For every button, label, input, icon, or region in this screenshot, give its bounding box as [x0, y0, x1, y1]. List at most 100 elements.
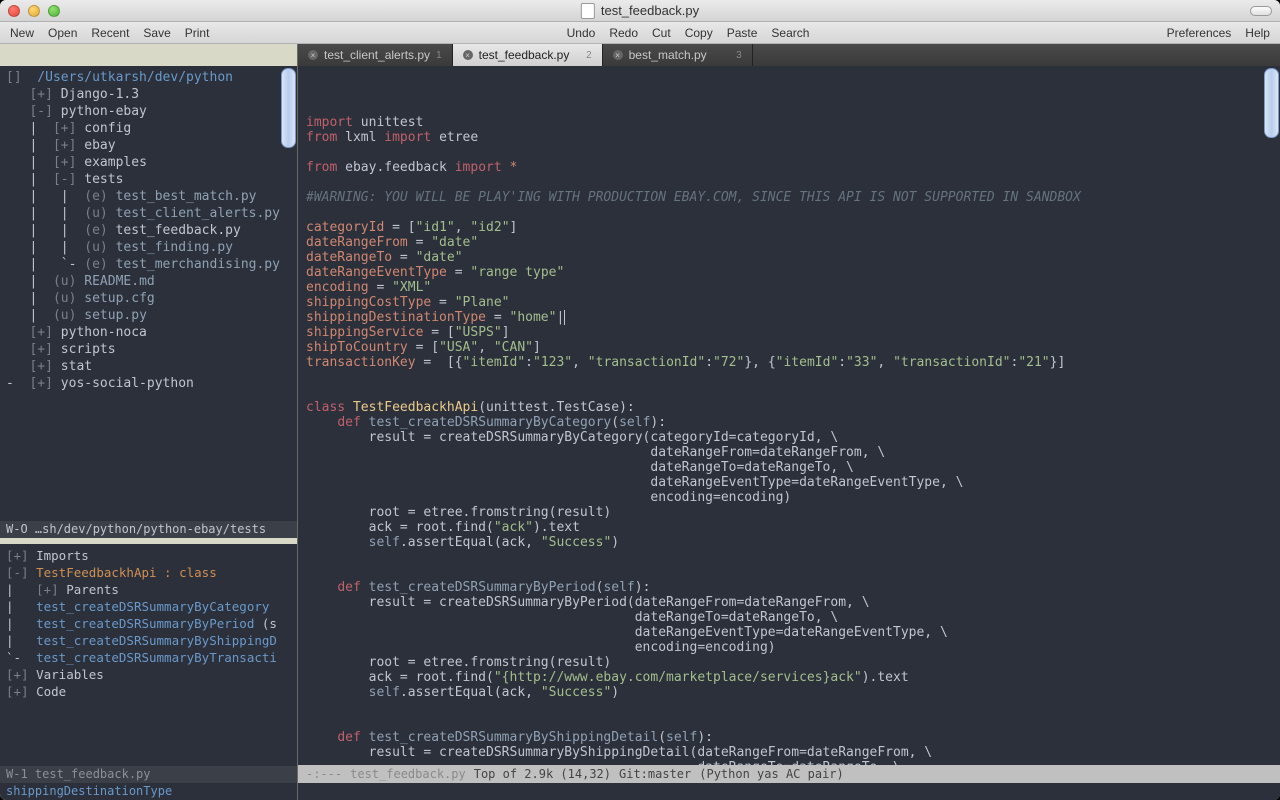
tree-row[interactable]: | (u) setup.cfg [0, 290, 297, 307]
outline-row[interactable]: [+] Code [0, 683, 297, 700]
menu-redo[interactable]: Redo [609, 26, 638, 40]
code-line[interactable]: categoryId = ["id1", "id2"] [306, 220, 1272, 235]
menu-save[interactable]: Save [143, 26, 170, 40]
code-line[interactable]: dateRangeTo=dateRangeTo, \ [306, 460, 1272, 475]
code-line[interactable]: def test_createDSRSummaryByShippingDetai… [306, 730, 1272, 745]
code-line[interactable]: shippingCostType = "Plane" [306, 295, 1272, 310]
code-line[interactable]: root = etree.fromstring(result) [306, 655, 1272, 670]
code-line[interactable]: shippingService = ["USPS"] [306, 325, 1272, 340]
code-line[interactable]: dateRangeTo=dateRangeTo, \ [306, 760, 1272, 765]
tab-best_match-py[interactable]: ×best_match.py3 [603, 44, 753, 66]
code-line[interactable]: #WARNING: YOU WILL BE PLAY'ING WITH PROD… [306, 190, 1272, 205]
code-line[interactable]: dateRangeFrom=dateRangeFrom, \ [306, 445, 1272, 460]
menu-cut[interactable]: Cut [652, 26, 671, 40]
code-line[interactable]: dateRangeTo = "date" [306, 250, 1272, 265]
code-line[interactable]: encoding = "XML" [306, 280, 1272, 295]
close-window-button[interactable] [8, 5, 20, 17]
tree-row[interactable]: | [-] tests [0, 171, 297, 188]
outline-row[interactable]: | test_createDSRSummaryByShippingD [0, 632, 297, 649]
menu-new[interactable]: New [10, 26, 34, 40]
code-line[interactable]: class TestFeedbackhApi(unittest.TestCase… [306, 400, 1272, 415]
tree-row[interactable]: - [+] yos-social-python [0, 375, 297, 392]
tree-row[interactable]: | | (u) test_client_alerts.py [0, 205, 297, 222]
tree-row[interactable]: [+] scripts [0, 341, 297, 358]
code-line[interactable]: from lxml import etree [306, 130, 1272, 145]
minibuffer[interactable]: shippingDestinationType [0, 783, 297, 800]
code-scrollbar[interactable] [1264, 68, 1279, 138]
menu-recent[interactable]: Recent [91, 26, 129, 40]
code-line[interactable]: dateRangeTo=dateRangeTo, \ [306, 610, 1272, 625]
code-line[interactable]: result = createDSRSummaryByCategory(cate… [306, 430, 1272, 445]
code-line[interactable]: self.assertEqual(ack, "Success") [306, 535, 1272, 550]
code-line[interactable] [306, 370, 1272, 385]
tab-test_feedback-py[interactable]: ×test_feedback.py2 [453, 44, 603, 66]
code-line[interactable]: dateRangeEventType=dateRangeEventType, \ [306, 475, 1272, 490]
tree-row[interactable]: | | (u) test_finding.py [0, 239, 297, 256]
code-line[interactable]: def test_createDSRSummaryByCategory(self… [306, 415, 1272, 430]
tree-row[interactable]: [+] python-noca [0, 324, 297, 341]
tab-close-icon[interactable]: × [308, 50, 318, 60]
code-line[interactable]: encoding=encoding) [306, 640, 1272, 655]
code-line[interactable] [306, 205, 1272, 220]
code-editor[interactable]: import unittestfrom lxml import etree fr… [298, 66, 1280, 765]
outline-pane[interactable]: [+] Imports[-] TestFeedbackhApi : class|… [0, 538, 297, 766]
menu-open[interactable]: Open [48, 26, 77, 40]
outline-row[interactable]: [-] TestFeedbackhApi : class [0, 564, 297, 581]
outline-row[interactable]: [+] Imports [0, 547, 297, 564]
code-line[interactable]: transactionKey = [{"itemId":"123", "tran… [306, 355, 1272, 370]
toolbar-toggle-button[interactable] [1250, 6, 1272, 16]
code-line[interactable] [306, 385, 1272, 400]
code-line[interactable]: dateRangeFrom = "date" [306, 235, 1272, 250]
code-line[interactable] [306, 700, 1272, 715]
menu-undo[interactable]: Undo [567, 26, 596, 40]
tab-test_client_alerts-py[interactable]: ×test_client_alerts.py1 [298, 44, 453, 66]
code-line[interactable]: def test_createDSRSummaryByPeriod(self): [306, 580, 1272, 595]
code-line[interactable] [306, 145, 1272, 160]
tree-row[interactable]: | (u) README.md [0, 273, 297, 290]
code-line[interactable]: result = createDSRSummaryByPeriod(dateRa… [306, 595, 1272, 610]
tree-row[interactable]: [-] python-ebay [0, 103, 297, 120]
tree-row[interactable]: [+] Django-1.3 [0, 86, 297, 103]
outline-row[interactable]: | test_createDSRSummaryByCategory [0, 598, 297, 615]
outline-row[interactable]: | test_createDSRSummaryByPeriod (s [0, 615, 297, 632]
code-line[interactable]: encoding=encoding) [306, 490, 1272, 505]
code-line[interactable]: ack = root.find("{http://www.ebay.com/ma… [306, 670, 1272, 685]
tree-row[interactable]: [] /Users/utkarsh/dev/python [0, 69, 297, 86]
tree-row[interactable]: | [+] config [0, 120, 297, 137]
code-line[interactable] [306, 565, 1272, 580]
file-tree[interactable]: [] /Users/utkarsh/dev/python [+] Django-… [0, 66, 297, 521]
menu-help[interactable]: Help [1245, 26, 1270, 40]
tree-row[interactable]: | (u) setup.py [0, 307, 297, 324]
tree-row[interactable]: | | (e) test_feedback.py [0, 222, 297, 239]
minimize-window-button[interactable] [28, 5, 40, 17]
code-line[interactable] [306, 175, 1272, 190]
code-line[interactable]: dateRangeEventType=dateRangeEventType, \ [306, 625, 1272, 640]
menu-paste[interactable]: Paste [727, 26, 758, 40]
tab-close-icon[interactable]: × [463, 50, 473, 60]
tree-row[interactable]: | [+] examples [0, 154, 297, 171]
code-line[interactable]: self.assertEqual(ack, "Success") [306, 685, 1272, 700]
tree-row[interactable]: [+] stat [0, 358, 297, 375]
code-line[interactable]: import unittest [306, 115, 1272, 130]
outline-row[interactable]: | [+] Parents [0, 581, 297, 598]
code-line[interactable]: from ebay.feedback import * [306, 160, 1272, 175]
code-line[interactable]: shippingDestinationType = "home"| [306, 310, 1272, 325]
zoom-window-button[interactable] [48, 5, 60, 17]
tree-row[interactable]: | | (e) test_best_match.py [0, 188, 297, 205]
tree-scrollbar[interactable] [281, 68, 296, 148]
outline-row[interactable]: [+] Variables [0, 666, 297, 683]
menu-print[interactable]: Print [185, 26, 210, 40]
menu-preferences[interactable]: Preferences [1167, 26, 1232, 40]
tree-row[interactable]: | [+] ebay [0, 137, 297, 154]
code-line[interactable]: dateRangeEventType = "range type" [306, 265, 1272, 280]
code-line[interactable] [306, 715, 1272, 730]
code-line[interactable]: root = etree.fromstring(result) [306, 505, 1272, 520]
code-line[interactable]: ack = root.find("ack").text [306, 520, 1272, 535]
outline-row[interactable]: `- test_createDSRSummaryByTransacti [0, 649, 297, 666]
menu-search[interactable]: Search [771, 26, 809, 40]
code-line[interactable]: result = createDSRSummaryByShippingDetai… [306, 745, 1272, 760]
menu-copy[interactable]: Copy [685, 26, 713, 40]
tab-close-icon[interactable]: × [613, 50, 623, 60]
tree-row[interactable]: | `- (e) test_merchandising.py [0, 256, 297, 273]
code-line[interactable] [306, 550, 1272, 565]
